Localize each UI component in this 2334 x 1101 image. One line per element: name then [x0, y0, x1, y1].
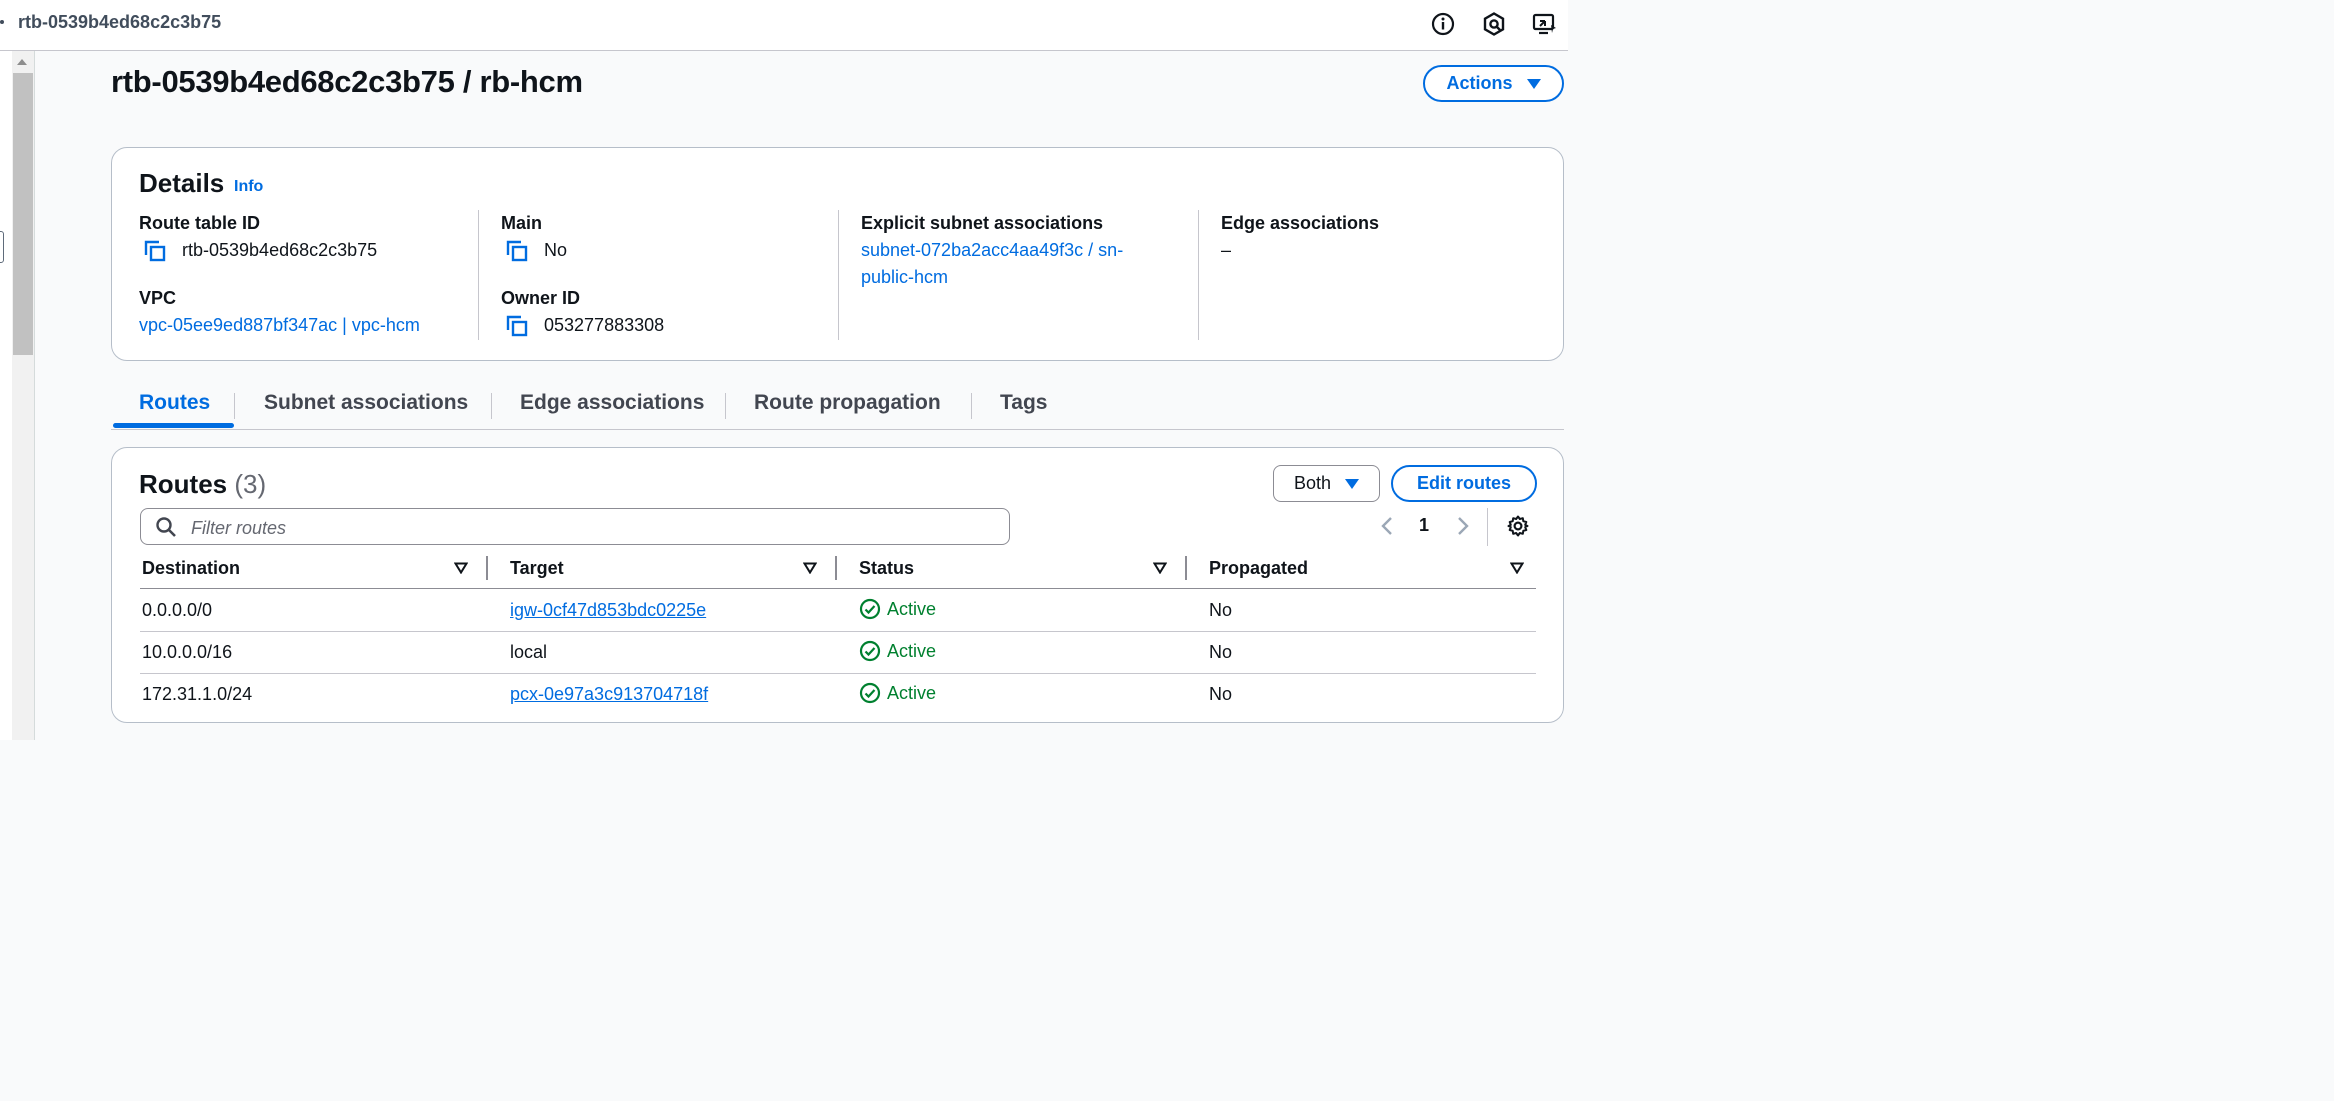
owner-id-label: Owner ID: [501, 288, 581, 308]
routes-count: (3): [234, 469, 267, 499]
cell-target-link[interactable]: igw-0cf47d853bdc0225e: [510, 600, 706, 621]
chevron-left-icon[interactable]: [1380, 516, 1394, 536]
check-circle-icon: [859, 640, 881, 662]
owner-id-value: 053277883308: [544, 315, 665, 335]
edit-routes-button[interactable]: Edit routes: [1391, 465, 1537, 502]
vertical-scrollbar[interactable]: [12, 51, 35, 740]
status-text: Active: [887, 640, 937, 661]
copy-icon[interactable]: [505, 314, 529, 338]
tab-routes[interactable]: Routes: [139, 391, 210, 415]
filter-routes-box[interactable]: [140, 508, 1010, 545]
explicit-subnet-link[interactable]: subnet-072ba2acc4aa49f3c / sn-: [861, 240, 1123, 261]
edit-routes-label: Edit routes: [1416, 473, 1511, 493]
status-active: Active: [859, 640, 936, 662]
actions-button[interactable]: Actions: [1423, 65, 1564, 102]
cell-destination: 172.31.1.0/24: [142, 684, 253, 704]
scroll-up-arrow[interactable]: [17, 59, 27, 65]
column-header-destination[interactable]: Destination: [142, 558, 240, 579]
tab-separator: [234, 393, 235, 419]
check-circle-icon: [859, 682, 881, 704]
caret-down-icon: [1526, 78, 1541, 89]
vpc-label: VPC: [139, 288, 177, 308]
column-divider: [478, 210, 479, 340]
tab-separator: [491, 393, 492, 419]
active-tab-indicator: [113, 423, 234, 428]
route-filter-value: Both: [1293, 473, 1332, 493]
column-header-status[interactable]: Status: [859, 558, 914, 579]
tab-separator: [725, 393, 726, 419]
tab-separator: [971, 393, 972, 419]
routes-heading: Routes (3): [139, 469, 266, 500]
status-active: Active: [859, 598, 936, 620]
cell-target-link[interactable]: pcx-0e97a3c913704718f: [510, 684, 708, 705]
settings-gear-icon[interactable]: [1506, 514, 1530, 538]
screen-share-icon[interactable]: [1531, 11, 1557, 37]
check-circle-icon: [859, 598, 881, 620]
scroll-thumb[interactable]: [13, 73, 33, 355]
top-bar-title: rtb-0539b4ed68c2c3b75: [18, 12, 222, 32]
route-filter-select[interactable]: Both: [1273, 465, 1380, 502]
route-table-id-label: Route table ID: [139, 213, 261, 233]
search-icon: [156, 517, 176, 537]
edge-associations-value: –: [1221, 240, 1232, 260]
copy-icon[interactable]: [143, 239, 167, 263]
filter-routes-input[interactable]: [189, 515, 993, 541]
tab-tags[interactable]: Tags: [1000, 391, 1047, 415]
details-heading: Details: [139, 168, 225, 198]
row-divider: [140, 631, 1536, 632]
column-resizer[interactable]: [1185, 556, 1187, 580]
actions-button-label: Actions: [1446, 73, 1513, 93]
column-resizer[interactable]: [835, 556, 837, 580]
caret-down-icon: [1345, 478, 1360, 489]
page-number[interactable]: 1: [1419, 515, 1429, 536]
main-label: Main: [501, 213, 543, 233]
cell-propagated: No: [1209, 642, 1233, 662]
side-panel-toggle[interactable]: [0, 231, 4, 263]
status-text: Active: [887, 682, 937, 703]
cell-destination: 0.0.0.0/0: [142, 600, 213, 620]
cell-destination: 10.0.0.0/16: [142, 642, 233, 662]
back-indicator: [0, 20, 4, 24]
status-active: Active: [859, 682, 936, 704]
copy-icon[interactable]: [505, 239, 529, 263]
tab-edge-associations[interactable]: Edge associations: [520, 391, 704, 415]
top-bar: rtb-0539b4ed68c2c3b75: [0, 0, 1568, 51]
main-value: No: [544, 240, 568, 260]
column-header-propagated[interactable]: Propagated: [1209, 558, 1308, 579]
header-divider: [140, 588, 1536, 589]
cell-propagated: No: [1209, 684, 1233, 704]
tab-route-propagation[interactable]: Route propagation: [754, 391, 941, 415]
row-divider: [140, 673, 1536, 674]
explicit-subnet-link-cont[interactable]: public-hcm: [861, 267, 948, 288]
column-resizer[interactable]: [486, 556, 488, 580]
tab-subnet-associations[interactable]: Subnet associations: [264, 391, 468, 415]
cell-target: local: [510, 642, 548, 662]
info-icon[interactable]: [1430, 11, 1456, 37]
page-title: rtb-0539b4ed68c2c3b75 / rb-hcm: [111, 64, 583, 99]
routes-heading-text: Routes: [139, 469, 228, 499]
info-link[interactable]: Info: [234, 178, 263, 196]
routes-panel: Routes (3) Both Edit routes 1 Destinatio…: [111, 447, 1564, 723]
route-table-id-value: rtb-0539b4ed68c2c3b75: [182, 240, 378, 260]
chevron-right-icon[interactable]: [1456, 516, 1470, 536]
vpc-link[interactable]: vpc-05ee9ed887bf347ac | vpc-hcm: [139, 315, 420, 336]
explicit-subnet-label: Explicit subnet associations: [861, 213, 1104, 233]
sort-icon[interactable]: [454, 562, 468, 574]
sort-icon[interactable]: [1510, 562, 1524, 574]
edge-associations-label: Edge associations: [1221, 213, 1380, 233]
sort-icon[interactable]: [1153, 562, 1167, 574]
pager-divider: [1487, 508, 1488, 546]
hexagon-icon[interactable]: [1481, 11, 1507, 37]
tab-bar: Routes Subnet associations Edge associat…: [111, 385, 1564, 430]
details-panel: Details Info Route table ID rtb-0539b4ed…: [111, 147, 1564, 361]
status-text: Active: [887, 598, 937, 619]
sort-icon[interactable]: [803, 562, 817, 574]
column-divider: [838, 210, 839, 340]
column-divider: [1198, 210, 1199, 340]
left-rail: [0, 51, 12, 740]
cell-propagated: No: [1209, 600, 1233, 620]
column-header-target[interactable]: Target: [510, 558, 564, 579]
